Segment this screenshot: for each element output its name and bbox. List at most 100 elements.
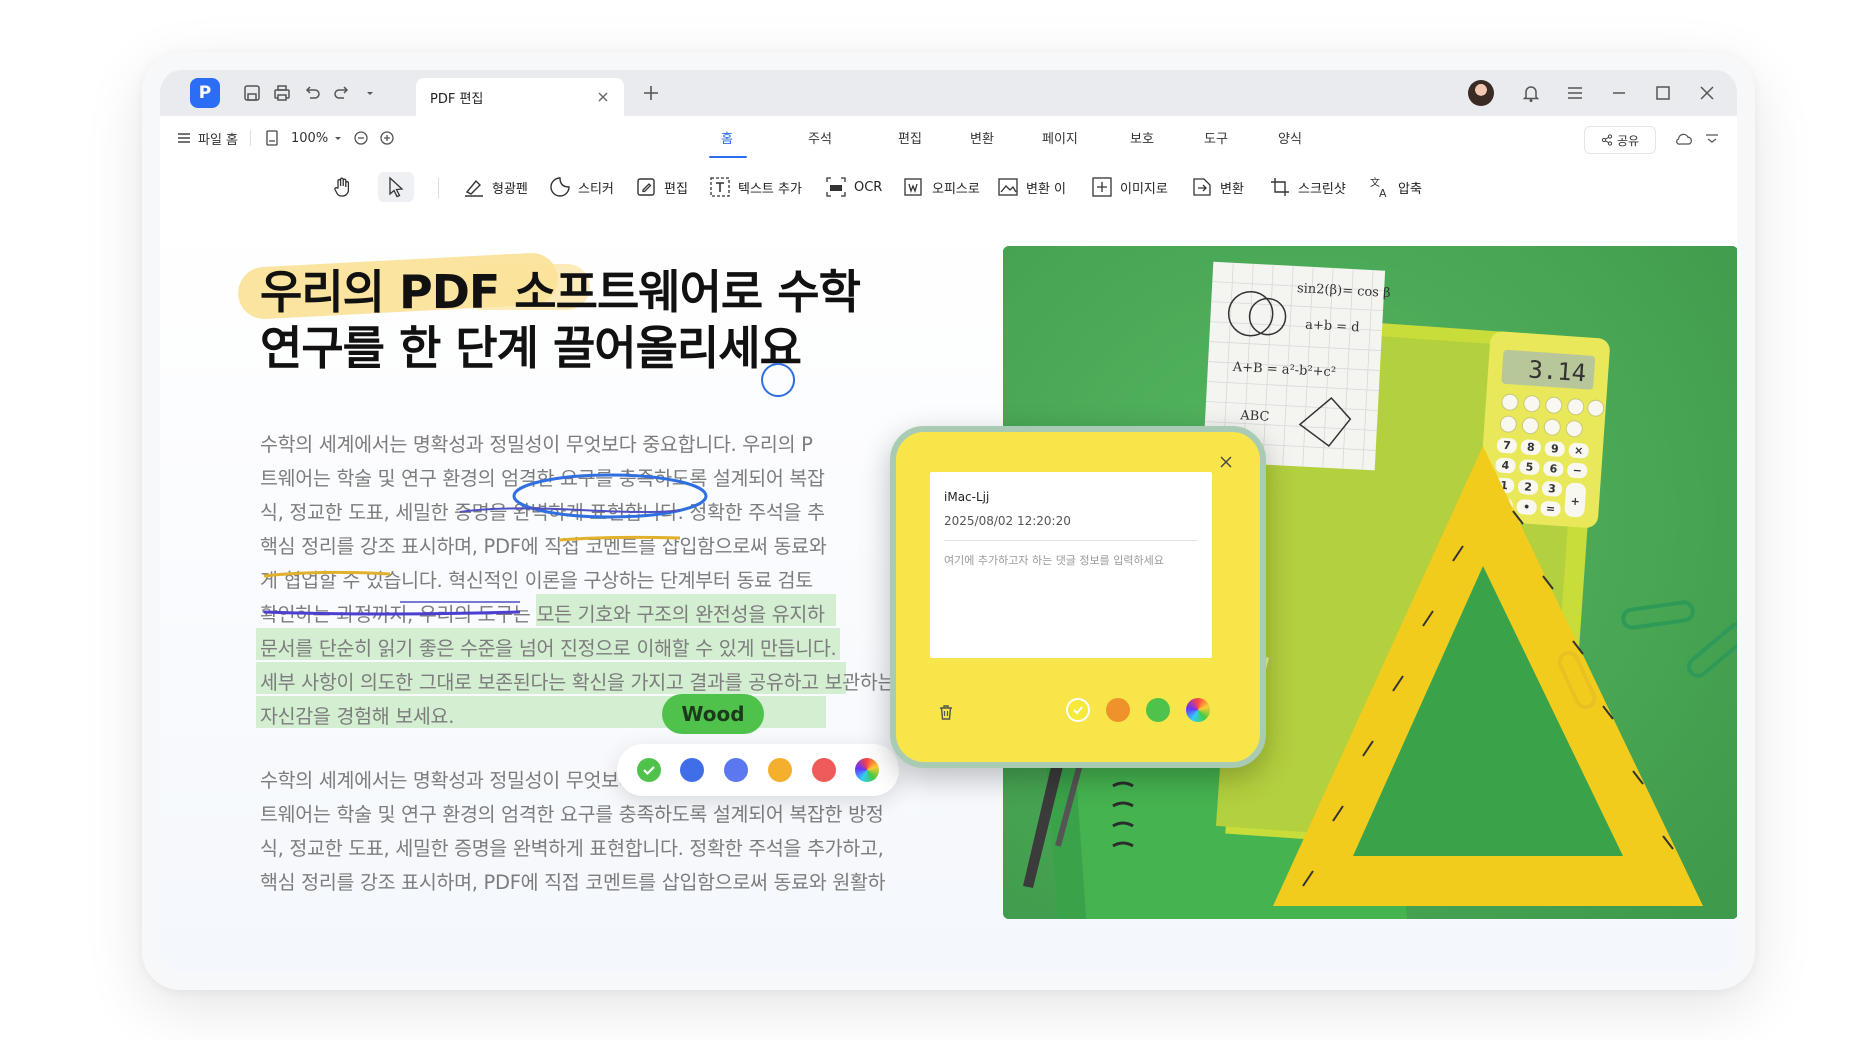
comment-card: iMac-Ljj 2025/08/02 12:20:20 여기에 추가하고자 하… — [930, 472, 1212, 658]
tab-convert[interactable]: 변환 — [970, 128, 994, 147]
highlighter-icon — [465, 179, 483, 197]
tab-tools[interactable]: 도구 — [1204, 128, 1228, 147]
tab-edit[interactable]: 편집 — [898, 128, 922, 147]
yellow-strike-annotation — [559, 535, 681, 542]
share-icon — [1601, 134, 1613, 146]
note-color-yellow-selected[interactable] — [1066, 698, 1090, 722]
screenshot-tool[interactable]: 스크린샷 — [1268, 172, 1346, 202]
title-bar: P PDF 편집 — [160, 70, 1737, 116]
color-custom-rainbow[interactable] — [855, 758, 880, 782]
color-red[interactable] — [811, 758, 836, 782]
close-tab-icon[interactable] — [594, 88, 612, 106]
ocr-icon — [826, 177, 846, 197]
tool-label: 형광펜 — [492, 181, 528, 197]
divider — [944, 540, 1198, 541]
app-inner: P PDF 편집 파일 홈 100% 홈 주석 편집 변환 페이지 보호 도구 … — [160, 70, 1737, 972]
tab-title: PDF 편집 — [430, 91, 484, 107]
active-tab-indicator — [709, 156, 747, 158]
note-color-green[interactable] — [1146, 698, 1170, 722]
share-button[interactable]: 공유 — [1584, 126, 1656, 154]
tab-protect[interactable]: 보호 — [1130, 128, 1154, 147]
to-office-tool[interactable]: 오피스로 — [902, 172, 980, 202]
minimize-icon[interactable] — [1608, 82, 1630, 104]
paragraph-line: 식, 정교한 도표, 세밀한 증명을 완벽하게 표현합니다. 정확한 주석을 추… — [260, 837, 884, 860]
ocr-tool[interactable]: OCR — [824, 172, 882, 202]
user-avatar[interactable] — [1468, 80, 1494, 106]
cloud-icon[interactable] — [1674, 129, 1694, 149]
menu-tabs: 홈 주석 편집 변환 페이지 보호 도구 양식 — [160, 116, 1737, 160]
tool-label: 텍스트 추가 — [738, 181, 802, 197]
menu-bar: 파일 홈 100% 홈 주석 편집 변환 페이지 보호 도구 양식 공유 — [160, 116, 1737, 161]
color-blue[interactable] — [680, 758, 705, 782]
maximize-icon[interactable] — [1652, 82, 1674, 104]
sticky-note-popup: iMac-Ljj 2025/08/02 12:20:20 여기에 추가하고자 하… — [890, 426, 1266, 768]
color-green-selected[interactable] — [636, 758, 661, 782]
convert-tool[interactable]: 변환 — [1190, 172, 1244, 202]
add-text-tool[interactable]: 텍스트 추가 — [708, 172, 802, 202]
svg-text:•: • — [1523, 500, 1531, 513]
svg-text:6: 6 — [1549, 462, 1558, 476]
close-window-icon[interactable] — [1696, 82, 1718, 104]
edit-tool[interactable]: 편집 — [634, 172, 688, 202]
convert-icon — [1193, 178, 1211, 196]
purple-underline-annotation — [263, 610, 521, 616]
sticker-tool[interactable]: 스티커 — [548, 172, 614, 202]
add-tab-icon[interactable] — [640, 82, 662, 104]
pdf-app-logo-icon[interactable]: P — [190, 78, 220, 108]
tab-page[interactable]: 페이지 — [1042, 128, 1078, 147]
toolbar-divider — [438, 178, 439, 198]
color-indigo[interactable] — [724, 758, 749, 782]
svg-text:8: 8 — [1527, 441, 1536, 455]
dropdown-icon[interactable] — [360, 83, 380, 103]
print-icon[interactable] — [272, 83, 292, 103]
svg-text:a+b = d: a+b = d — [1305, 318, 1360, 336]
redo-icon[interactable] — [332, 83, 352, 103]
bell-icon[interactable] — [1520, 82, 1542, 104]
tab-forms[interactable]: 양식 — [1278, 128, 1302, 147]
svg-text:2: 2 — [1524, 480, 1533, 494]
convert-to-tool[interactable]: 변환 이 — [996, 172, 1066, 202]
tab-home[interactable]: 홈 — [721, 128, 733, 147]
svg-text:×: × — [1574, 444, 1584, 458]
hand-icon — [334, 177, 350, 197]
highlighter-tool[interactable]: 형광펜 — [462, 172, 528, 202]
tool-label: 스크린샷 — [1298, 181, 1346, 197]
hamburger-icon[interactable] — [1564, 82, 1586, 104]
svg-text:=: = — [1546, 502, 1556, 516]
paragraph-line: 핵심 정리를 강조 표시하며, PDF에 직접 코멘트를 삽입함으로써 동료와 … — [260, 871, 886, 894]
to-image-icon — [1092, 177, 1112, 197]
sticker-icon — [550, 177, 570, 197]
edit-icon — [637, 178, 655, 196]
comment-input[interactable]: 여기에 추가하고자 하는 댓글 정보를 입력하세요 — [944, 552, 1198, 570]
calculator-display: 3.14 — [1527, 355, 1587, 387]
share-label: 공유 — [1616, 133, 1640, 148]
color-orange[interactable] — [767, 758, 792, 782]
svg-text:A: A — [1379, 187, 1387, 199]
trash-icon[interactable] — [936, 702, 956, 722]
collapse-ribbon-icon[interactable] — [1702, 129, 1722, 149]
image-convert-icon — [998, 178, 1018, 196]
wood-label-tag[interactable]: Wood — [662, 694, 764, 734]
close-icon[interactable] — [1218, 454, 1234, 470]
note-color-orange[interactable] — [1106, 698, 1130, 722]
note-color-custom[interactable] — [1186, 698, 1210, 722]
ink-annotations[interactable] — [160, 214, 980, 774]
hand-tool[interactable] — [330, 172, 354, 202]
document-tab[interactable]: PDF 편집 — [416, 78, 624, 116]
compress-tool[interactable]: 文A 압축 — [1368, 172, 1422, 202]
app-window: P PDF 편집 파일 홈 100% 홈 주석 편집 변환 페이지 보호 도구 … — [142, 52, 1755, 990]
svg-text:3: 3 — [1548, 482, 1557, 496]
strikethrough-line — [459, 507, 681, 513]
comment-author: iMac-Ljj — [944, 490, 990, 504]
select-tool[interactable] — [378, 172, 414, 202]
svg-text:+: + — [1570, 495, 1580, 509]
to-image-tool[interactable]: 이미지로 — [1090, 172, 1168, 202]
check-icon — [1073, 706, 1083, 715]
tool-label: 압축 — [1398, 181, 1422, 197]
tool-label: 이미지로 — [1120, 181, 1168, 197]
save-icon[interactable] — [242, 83, 262, 103]
svg-text:−: − — [1572, 464, 1582, 478]
note-color-options — [1066, 698, 1210, 722]
tab-annotate[interactable]: 주석 — [808, 128, 832, 147]
undo-icon[interactable] — [302, 83, 322, 103]
